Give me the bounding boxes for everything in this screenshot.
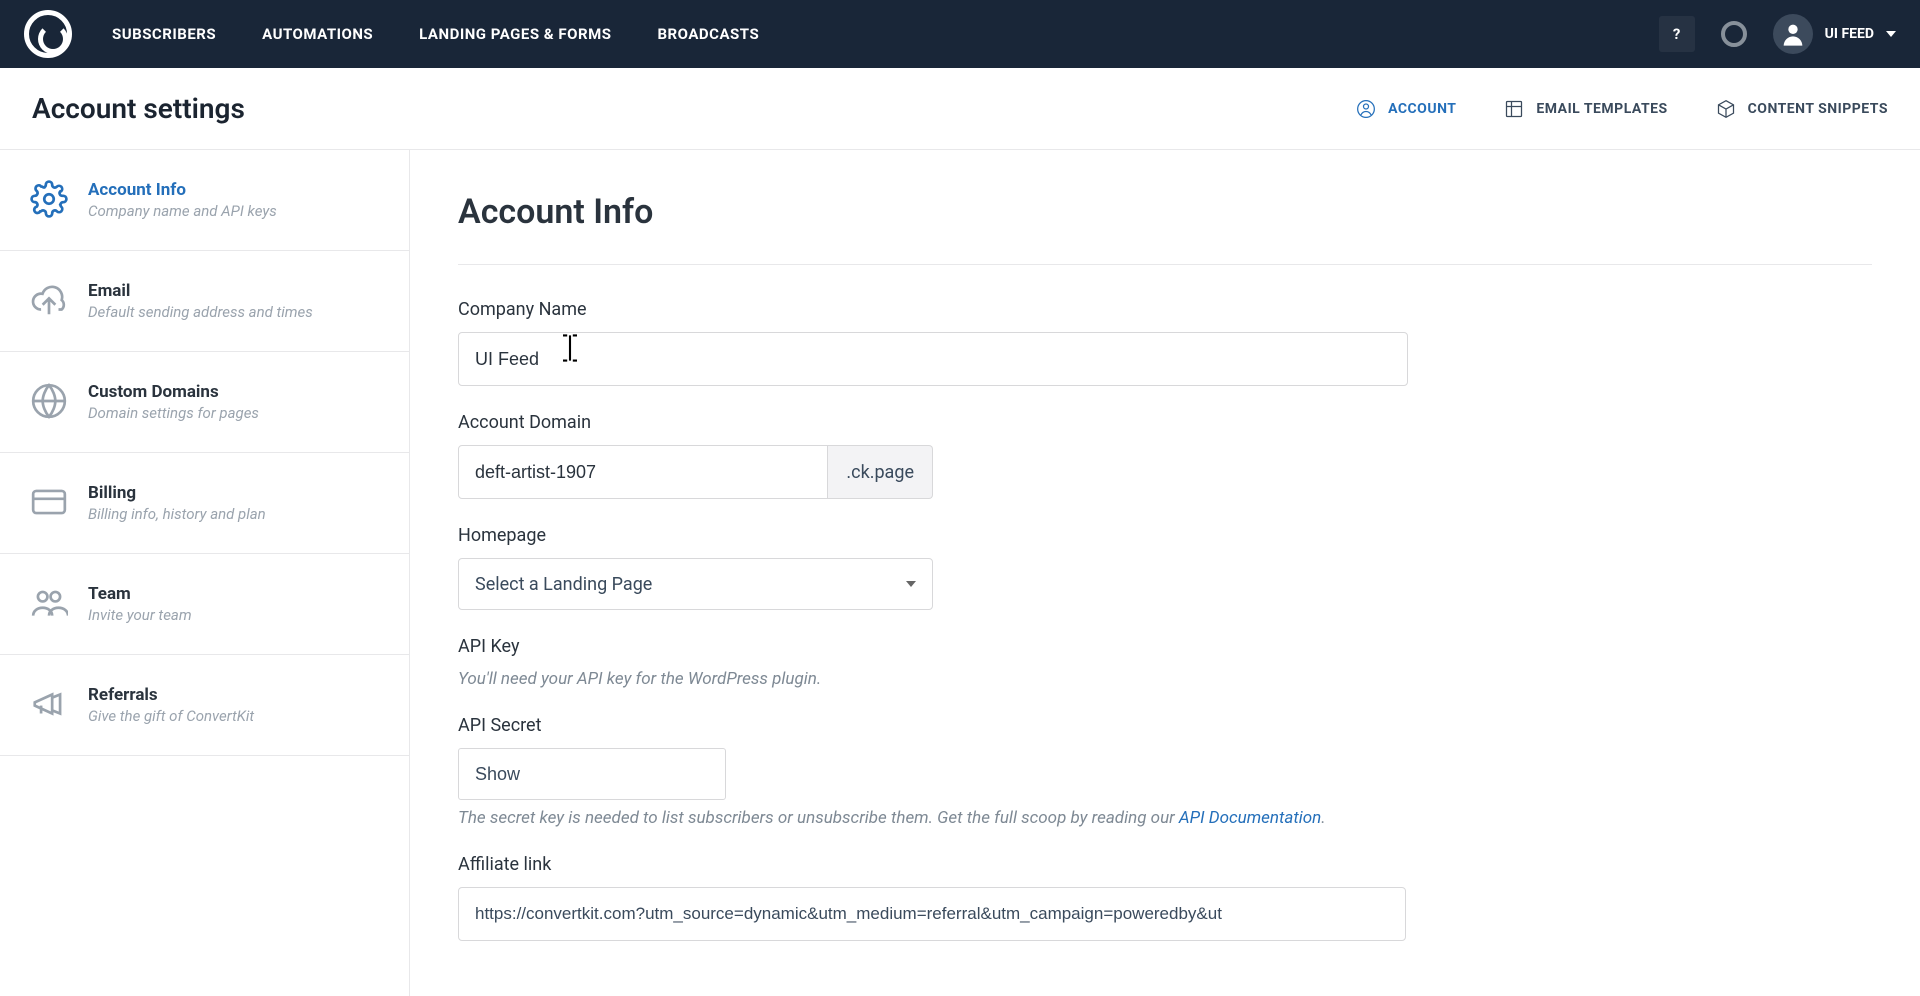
api-secret-show-button[interactable]: Show: [458, 748, 726, 800]
api-secret-help-post: .: [1321, 808, 1325, 828]
api-secret-label: API Secret: [458, 715, 1872, 736]
primary-nav: SUBSCRIBERS AUTOMATIONS LANDING PAGES & …: [112, 25, 759, 43]
card-icon: [30, 483, 68, 521]
api-docs-link[interactable]: API Documentation: [1179, 808, 1321, 828]
sidebar-item-team[interactable]: Team Invite your team: [0, 554, 409, 655]
sidebar-account-desc: Company name and API keys: [88, 202, 277, 220]
nav-subscribers[interactable]: SUBSCRIBERS: [112, 25, 216, 43]
subtab-content-snippets-label: CONTENT SNIPPETS: [1748, 101, 1888, 117]
page-title: Account settings: [32, 92, 245, 125]
sidebar-referrals-desc: Give the gift of ConvertKit: [88, 707, 254, 725]
globe-icon: [30, 382, 68, 420]
team-icon: [30, 584, 68, 622]
caret-down-icon: [1886, 31, 1896, 37]
main-panel: Account Info Company Name Account Domain…: [410, 150, 1920, 996]
homepage-label: Homepage: [458, 525, 1872, 546]
sidebar-item-account-info[interactable]: Account Info Company name and API keys: [0, 150, 409, 251]
sidebar-domains-title: Custom Domains: [88, 382, 259, 402]
sidebar-billing-desc: Billing info, history and plan: [88, 505, 266, 523]
sidebar-item-billing[interactable]: Billing Billing info, history and plan: [0, 453, 409, 554]
homepage-select-value: Select a Landing Page: [475, 574, 652, 595]
upload-cloud-icon: [30, 281, 68, 319]
main-heading: Account Info: [458, 192, 1872, 265]
user-menu[interactable]: UI FEED: [1773, 14, 1896, 54]
sidebar-team-desc: Invite your team: [88, 606, 192, 624]
avatar-icon: [1773, 14, 1813, 54]
template-icon: [1504, 99, 1524, 119]
api-secret-help-pre: The secret key is needed to list subscri…: [458, 808, 1179, 828]
account-domain-suffix: .ck.page: [828, 445, 933, 499]
sidebar-item-referrals[interactable]: Referrals Give the gift of ConvertKit: [0, 655, 409, 756]
person-icon: [1779, 20, 1807, 48]
api-secret-help: The secret key is needed to list subscri…: [458, 808, 1872, 828]
subtab-content-snippets[interactable]: CONTENT SNIPPETS: [1716, 99, 1888, 119]
subtab-email-templates-label: EMAIL TEMPLATES: [1536, 101, 1667, 117]
top-nav: SUBSCRIBERS AUTOMATIONS LANDING PAGES & …: [0, 0, 1920, 68]
sidebar-item-custom-domains[interactable]: Custom Domains Domain settings for pages: [0, 352, 409, 453]
account-domain-label: Account Domain: [458, 412, 1872, 433]
account-circle-icon: [1356, 99, 1376, 119]
sidebar-email-desc: Default sending address and times: [88, 303, 313, 321]
affiliate-link-input[interactable]: [458, 887, 1406, 941]
account-domain-input[interactable]: [458, 445, 828, 499]
cube-icon: [1716, 99, 1736, 119]
megaphone-icon: [30, 685, 68, 723]
nav-broadcasts[interactable]: BROADCASTS: [657, 25, 759, 43]
sidebar-billing-title: Billing: [88, 483, 266, 503]
sidebar-team-title: Team: [88, 584, 192, 604]
subtab-email-templates[interactable]: EMAIL TEMPLATES: [1504, 99, 1667, 119]
subtab-account[interactable]: ACCOUNT: [1356, 99, 1456, 119]
sidebar-account-title: Account Info: [88, 180, 277, 200]
nav-landing-pages[interactable]: LANDING PAGES & FORMS: [419, 25, 611, 43]
sidebar-email-title: Email: [88, 281, 313, 301]
affiliate-label: Affiliate link: [458, 854, 1872, 875]
subtab-account-label: ACCOUNT: [1388, 101, 1456, 117]
help-button[interactable]: ?: [1659, 16, 1695, 52]
company-name-label: Company Name: [458, 299, 1872, 320]
api-key-help: You'll need your API key for the WordPre…: [458, 669, 1872, 689]
sidebar-referrals-title: Referrals: [88, 685, 254, 705]
sub-header: Account settings ACCOUNT EMAIL TEMPLATES…: [0, 68, 1920, 150]
company-name-input[interactable]: [458, 332, 1408, 386]
status-ring-icon[interactable]: [1721, 21, 1747, 47]
settings-sidebar: Account Info Company name and API keys E…: [0, 150, 410, 996]
nav-automations[interactable]: AUTOMATIONS: [262, 25, 373, 43]
user-name: UI FEED: [1825, 26, 1874, 42]
gear-icon: [30, 180, 68, 218]
brand-logo[interactable]: [24, 10, 72, 58]
homepage-select[interactable]: Select a Landing Page: [458, 558, 933, 610]
sidebar-item-email[interactable]: Email Default sending address and times: [0, 251, 409, 352]
caret-down-icon: [906, 581, 916, 587]
sidebar-domains-desc: Domain settings for pages: [88, 404, 259, 422]
api-key-label: API Key: [458, 636, 1872, 657]
